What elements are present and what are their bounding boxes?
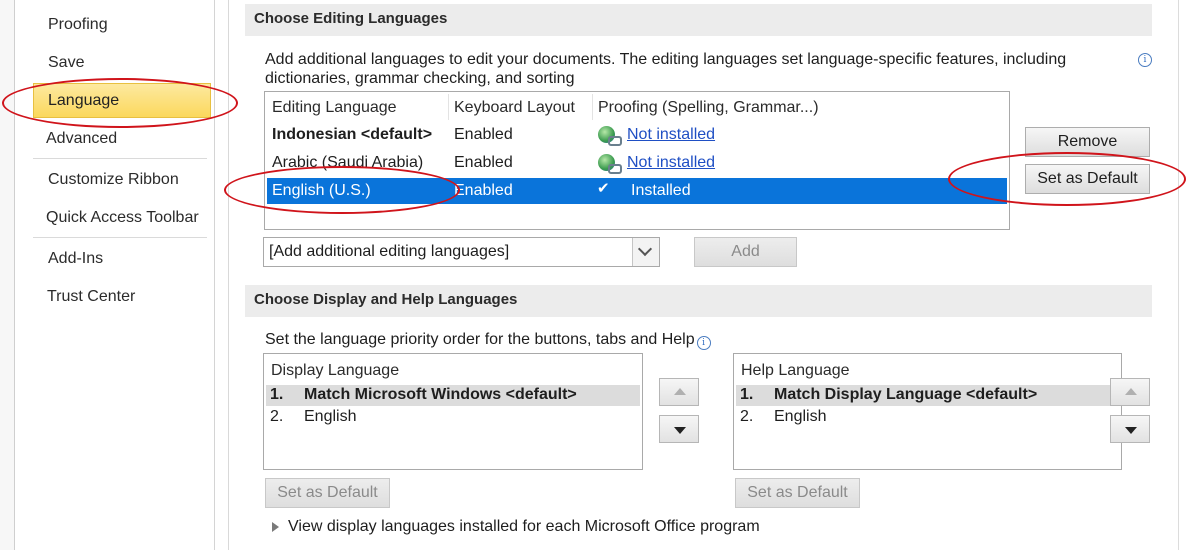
row-language: Indonesian <default> — [272, 126, 433, 143]
nav-item-quick-access-toolbar[interactable]: Quick Access Toolbar — [46, 209, 199, 227]
editing-languages-table: Editing Language Keyboard Layout Proofin… — [264, 91, 1010, 230]
nav-item-customize-ribbon[interactable]: Customize Ribbon — [48, 171, 179, 189]
help-move-down-button[interactable] — [1110, 415, 1150, 443]
nav-item-trust-center[interactable]: Trust Center — [47, 288, 135, 306]
add-language-dropdown-value: [Add additional editing languages] — [269, 243, 510, 260]
editing-section-title: Choose Editing Languages — [254, 10, 448, 27]
nav-item-language[interactable]: Language — [33, 83, 211, 118]
display-move-up-button[interactable] — [659, 378, 699, 406]
column-separator — [448, 94, 449, 120]
chevron-down-icon[interactable] — [632, 238, 659, 266]
column-header-proofing[interactable]: Proofing (Spelling, Grammar...) — [598, 99, 819, 117]
remove-button-label: Remove — [1057, 133, 1118, 150]
info-icon[interactable]: i — [696, 336, 711, 350]
help-move-up-button[interactable] — [1110, 378, 1150, 406]
arrow-up-icon — [1125, 388, 1137, 395]
list-item-number: 2. — [740, 408, 754, 425]
list-item-selected[interactable]: 1. Match Display Language <default> — [736, 385, 1119, 406]
help-language-header: Help Language — [741, 362, 850, 379]
expand-triangle-icon — [272, 522, 279, 532]
display-set-as-default-label: Set as Default — [277, 484, 378, 501]
content-divider — [228, 0, 229, 550]
not-installed-link[interactable]: Not installed — [627, 126, 715, 144]
display-description-text: Set the language priority order for the … — [265, 331, 695, 348]
list-item-label: Match Display Language <default> — [774, 386, 1038, 403]
content-right-edge — [1178, 0, 1179, 550]
nav-item-proofing[interactable]: Proofing — [48, 16, 108, 34]
set-as-default-button-label: Set as Default — [1037, 170, 1138, 187]
display-move-down-button[interactable] — [659, 415, 699, 443]
info-icon[interactable]: i — [1138, 53, 1152, 67]
display-description: Set the language priority order for the … — [265, 331, 711, 350]
list-item-number: 2. — [270, 408, 284, 425]
globe-proofing-tool-icon — [598, 154, 622, 174]
nav-separator — [33, 237, 207, 238]
list-item-label: English — [304, 408, 357, 425]
nav-item-add-ins[interactable]: Add-Ins — [48, 250, 103, 268]
display-language-list[interactable]: Display Language 1. Match Microsoft Wind… — [263, 353, 643, 470]
not-installed-link[interactable]: Not installed — [627, 154, 715, 172]
spellcheck-icon: ✔ — [597, 180, 610, 197]
column-header-editing-language[interactable]: Editing Language — [272, 99, 397, 117]
column-separator — [592, 94, 593, 120]
nav-item-save[interactable]: Save — [48, 54, 84, 72]
arrow-down-icon — [674, 427, 686, 434]
list-item-selected[interactable]: 1. Match Microsoft Windows <default> — [266, 385, 640, 406]
row-language: Arabic (Saudi Arabia) — [272, 154, 424, 171]
list-item-label: Match Microsoft Windows <default> — [304, 386, 577, 403]
options-sidebar: Proofing Save Language Advanced Customiz… — [0, 0, 215, 550]
view-installed-languages-expander[interactable]: View display languages installed for eac… — [272, 518, 760, 536]
display-section-title: Choose Display and Help Languages — [254, 291, 518, 308]
table-row-selected[interactable]: English (U.S.) Enabled ✔ Installed — [267, 178, 1007, 204]
row-keyboard: Enabled — [454, 182, 513, 199]
table-row[interactable]: Indonesian <default> Enabled Not install… — [267, 122, 1007, 148]
arrow-up-icon — [674, 388, 686, 395]
nav-item-advanced[interactable]: Advanced — [46, 130, 117, 148]
help-language-list[interactable]: Help Language 1. Match Display Language … — [733, 353, 1122, 470]
nav-item-language-label: Language — [48, 92, 120, 109]
add-language-dropdown[interactable]: [Add additional editing languages] — [263, 237, 660, 267]
table-row[interactable]: Arabic (Saudi Arabia) Enabled Not instal… — [267, 150, 1007, 176]
editing-section-header: Choose Editing Languages — [245, 4, 1152, 36]
expander-label: View display languages installed for eac… — [288, 518, 760, 535]
column-header-keyboard-layout[interactable]: Keyboard Layout — [454, 99, 575, 117]
arrow-down-icon — [1125, 427, 1137, 434]
editing-description: Add additional languages to edit your do… — [265, 51, 1067, 87]
row-proofing: Installed — [631, 182, 691, 199]
list-item[interactable]: 2. English — [736, 407, 1119, 428]
row-language: English (U.S.) — [272, 182, 371, 199]
list-item-label: English — [774, 408, 827, 425]
row-keyboard: Enabled — [454, 126, 513, 143]
help-set-as-default-label: Set as Default — [747, 484, 848, 501]
add-button[interactable]: Add — [694, 237, 797, 267]
nav-separator — [33, 158, 207, 159]
help-set-as-default-button[interactable]: Set as Default — [735, 478, 860, 508]
list-item[interactable]: 2. English — [266, 407, 640, 428]
sidebar-edge — [0, 0, 15, 550]
row-keyboard: Enabled — [454, 154, 513, 171]
remove-button[interactable]: Remove — [1025, 127, 1150, 157]
add-button-label: Add — [731, 243, 760, 260]
display-section-header: Choose Display and Help Languages — [245, 285, 1152, 317]
list-item-number: 1. — [740, 386, 754, 403]
globe-proofing-tool-icon — [598, 126, 622, 146]
set-as-default-button[interactable]: Set as Default — [1025, 164, 1150, 194]
list-item-number: 1. — [270, 386, 284, 403]
display-language-header: Display Language — [271, 362, 400, 379]
display-set-as-default-button[interactable]: Set as Default — [265, 478, 390, 508]
